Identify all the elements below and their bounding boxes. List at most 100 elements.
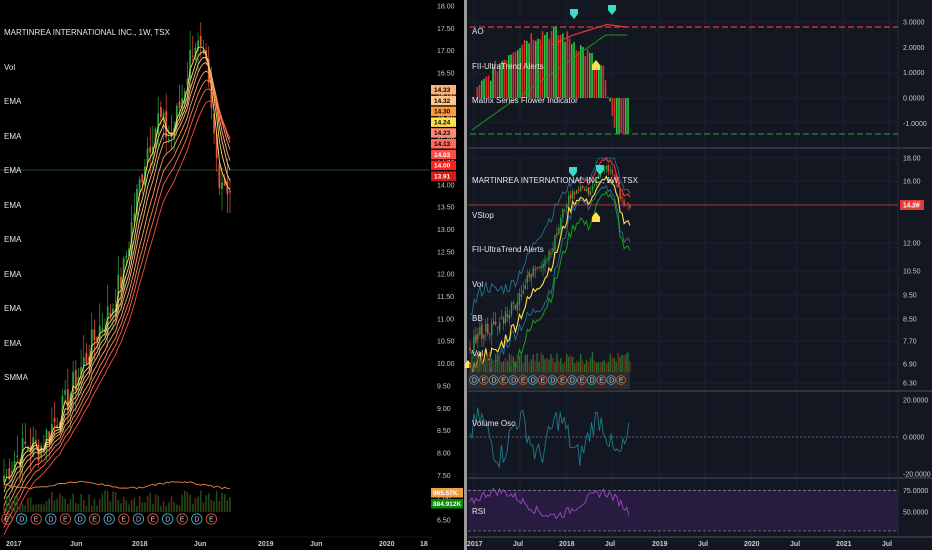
pane-divider[interactable] [464, 0, 467, 550]
left-volume-bar [45, 501, 48, 512]
right-main-indicator-4[interactable]: BB [472, 313, 638, 325]
right-main-y-tick: 10.50 [903, 269, 921, 276]
ao-indicator-1[interactable]: FII-UltraTrend Alerts [472, 61, 578, 73]
left-volume-bar [104, 490, 106, 512]
ao-indicator-0[interactable]: AO [472, 26, 578, 38]
left-volume-bar [11, 501, 13, 512]
left-volume-bar [101, 493, 104, 512]
rsi-legend: RSI [472, 483, 485, 529]
left-volume-bar [88, 494, 90, 512]
left-x-tick: Jun [310, 541, 322, 548]
left-y-tick: 8.00 [437, 450, 451, 457]
right-y-tick: -1.0000 [903, 121, 927, 128]
right-y-tick: 0.0000 [903, 435, 925, 442]
left-volume-bar [96, 505, 98, 512]
ao-indicator-2[interactable]: Matrix Series Flower Indicator [472, 95, 578, 107]
left-price-tag-label: 14.24 [434, 119, 451, 126]
left-volume-bar [24, 505, 27, 512]
left-legend: MARTINREA INTERNATIONAL INC., 1W, TSX Vo… [4, 4, 170, 395]
left-volume-bar [40, 504, 43, 512]
left-volume-bar [181, 494, 183, 512]
right-main-y-tick: 9.50 [903, 293, 917, 300]
left-volume-bar [19, 505, 21, 512]
left-indicator-4[interactable]: EMA [4, 200, 170, 212]
left-x-tick: 2020 [379, 541, 395, 548]
left-indicator-3[interactable]: EMA [4, 165, 170, 177]
left-candle-body [3, 475, 5, 483]
left-volume-bar [191, 503, 194, 512]
left-volume-bar [35, 504, 37, 512]
left-candle-body [199, 36, 202, 46]
left-x-tick: 2017 [6, 541, 22, 548]
left-y-tick: 12.00 [437, 272, 455, 279]
left-volume-bar [85, 505, 88, 512]
right-main-y-tick: 18.00 [903, 156, 921, 163]
left-indicator-1[interactable]: EMA [4, 96, 170, 108]
left-earnings-letter: E [180, 517, 185, 524]
left-volume-bar [213, 501, 215, 512]
left-volume-bar [141, 502, 144, 512]
left-earnings-letter: E [5, 517, 10, 524]
left-volume-bar [162, 501, 165, 512]
left-y-tick: 10.50 [437, 339, 455, 346]
ao-histogram-bar [611, 98, 614, 116]
left-indicator-9[interactable]: SMMA [4, 372, 170, 384]
left-volume-bar [157, 495, 160, 512]
left-volume-bar [218, 500, 221, 512]
left-earnings-letter: E [151, 517, 156, 524]
left-volume-bar [197, 496, 199, 512]
rsi-label[interactable]: RSI [472, 506, 485, 518]
left-volume-bar [117, 499, 120, 512]
left-volume-bar [178, 505, 181, 512]
left-volume-bar [173, 501, 175, 512]
left-indicator-7[interactable]: EMA [4, 303, 170, 315]
right-main-y-tick: 7.70 [903, 339, 917, 346]
left-y-tick: 13.50 [437, 205, 455, 212]
right-earnings-letter: E [521, 377, 526, 384]
left-price-tag-label: 13.91 [434, 173, 451, 180]
left-y-tick: 17.00 [437, 48, 455, 55]
right-main-indicator-5[interactable]: Vol [472, 348, 638, 360]
right-main-y-tick: 12.00 [903, 241, 921, 248]
ao-histogram-bar [589, 52, 591, 98]
right-main-indicator-2[interactable]: FII-UltraTrend Alerts [472, 244, 638, 256]
left-volume-bar [43, 504, 45, 512]
left-candle-body [178, 101, 181, 108]
left-volume-bar [32, 504, 35, 512]
left-volume-bar [136, 505, 138, 512]
left-indicator-0[interactable]: Vol [4, 62, 170, 74]
left-candle-body [5, 469, 8, 471]
right-earnings-letter: E [501, 377, 506, 384]
ao-histogram-bar [616, 98, 618, 134]
left-indicator-6[interactable]: EMA [4, 269, 170, 281]
left-volume-bar [189, 494, 191, 512]
right-y-tick: 2.0000 [903, 45, 925, 52]
left-volume-bar [160, 505, 162, 512]
right-main-indicator-3[interactable]: Vol [472, 279, 638, 291]
left-price-tag-label: 14.03 [434, 152, 451, 159]
left-candle-body [229, 190, 231, 193]
left-volume-bar [149, 492, 152, 512]
left-volume-tag-label: 965.57K [433, 490, 458, 497]
volume-osc-label[interactable]: Volume Osc [472, 418, 515, 430]
ao-histogram-bar [625, 98, 627, 134]
right-main-indicator-1[interactable]: VStop [472, 210, 638, 222]
left-volume-bar [130, 499, 133, 512]
left-volume-bar [125, 500, 128, 512]
left-candle-body [35, 440, 37, 443]
left-indicator-8[interactable]: EMA [4, 338, 170, 350]
left-chart-title[interactable]: MARTINREA INTERNATIONAL INC., 1W, TSX [4, 27, 170, 39]
left-indicator-5[interactable]: EMA [4, 234, 170, 246]
left-y-tick: 18.00 [437, 4, 455, 11]
left-volume-bar [144, 502, 146, 512]
left-candle-body [221, 182, 223, 190]
right-main-y-tick: 6.30 [903, 381, 917, 388]
left-volume-bar [215, 490, 218, 512]
right-main-indicator-0[interactable]: MARTINREA INTERNATIONAL INC., 1W, TSX [472, 175, 638, 187]
left-y-tick: 10.00 [437, 361, 455, 368]
right-earnings-letter: D [609, 377, 614, 384]
left-indicator-2[interactable]: EMA [4, 131, 170, 143]
left-y-tick: 6.50 [437, 518, 451, 525]
left-volume-bar [59, 493, 61, 512]
right-earnings-letter: E [560, 377, 565, 384]
